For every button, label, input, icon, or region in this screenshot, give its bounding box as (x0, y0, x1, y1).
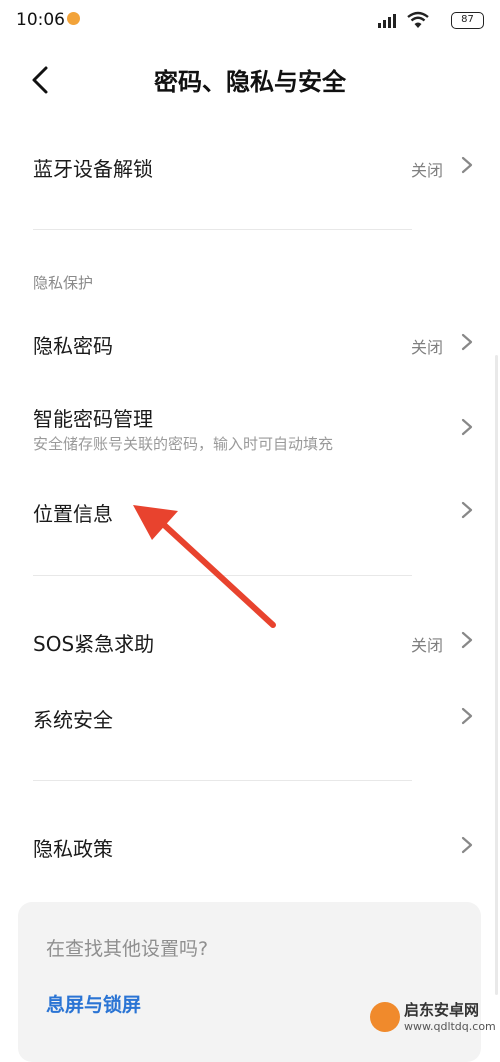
watermark-logo-icon (370, 1002, 400, 1032)
annotation-arrow-icon (0, 0, 500, 1041)
watermark: 启东安卓网 www.qdltdq.com (368, 997, 496, 1039)
watermark-url: www.qdltdq.com (404, 1020, 496, 1033)
watermark-name: 启东安卓网 (404, 999, 479, 1020)
